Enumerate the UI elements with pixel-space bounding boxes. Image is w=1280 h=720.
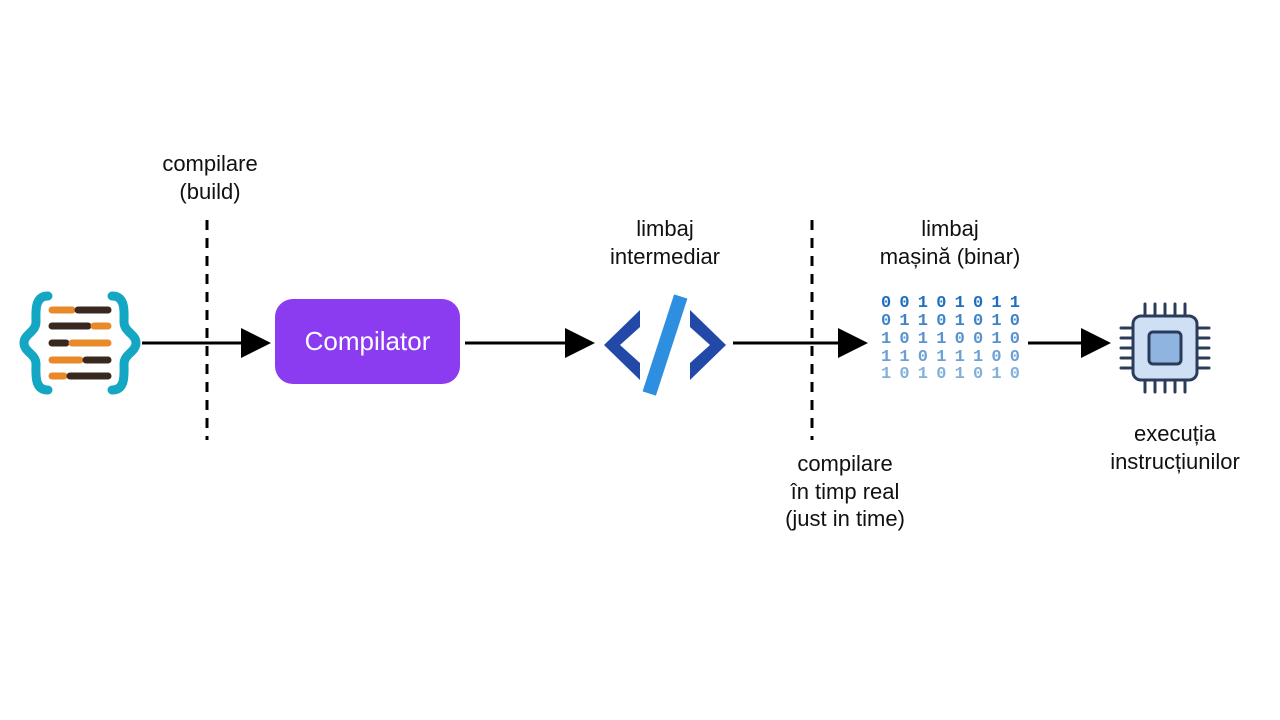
arrows: [0, 0, 1280, 720]
